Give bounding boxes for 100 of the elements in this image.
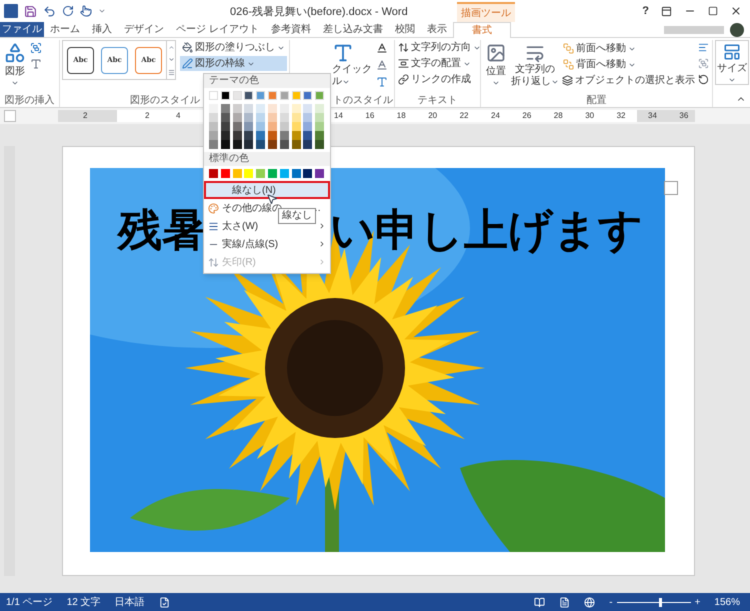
color-swatch[interactable] — [256, 131, 266, 140]
color-swatch[interactable] — [256, 91, 266, 100]
web-layout-icon[interactable] — [584, 596, 596, 608]
scroll-up-icon[interactable] — [168, 44, 174, 51]
color-swatch[interactable] — [315, 169, 324, 178]
shapes-button[interactable]: 図形 — [4, 40, 26, 93]
position-button[interactable]: 位置 — [483, 40, 509, 93]
color-swatch[interactable] — [268, 131, 277, 140]
color-swatch[interactable] — [303, 122, 312, 131]
size-button[interactable]: サイズ — [715, 40, 749, 85]
avatar-icon[interactable] — [730, 22, 744, 36]
redo-icon[interactable] — [62, 5, 74, 17]
close-icon[interactable] — [730, 5, 742, 17]
color-swatch[interactable] — [244, 122, 254, 131]
group-icon[interactable] — [698, 58, 709, 69]
color-swatch[interactable] — [280, 122, 289, 131]
color-swatch[interactable] — [220, 122, 230, 131]
color-swatch[interactable] — [280, 169, 289, 178]
color-swatch[interactable] — [268, 122, 277, 131]
ribbon-tab[interactable]: 書式 — [452, 22, 511, 38]
color-swatch[interactable] — [256, 140, 266, 149]
proofing-icon[interactable] — [158, 596, 170, 608]
ribbon-tab[interactable]: 挿入 — [86, 22, 118, 37]
more-icon[interactable] — [168, 69, 174, 76]
color-swatch[interactable] — [232, 140, 242, 149]
color-swatch[interactable] — [232, 113, 242, 122]
color-swatch[interactable] — [303, 91, 312, 100]
color-swatch[interactable] — [232, 169, 242, 178]
selection-pane-button[interactable]: オブジェクトの選択と表示 — [561, 73, 696, 88]
file-tab[interactable]: ファイル — [0, 22, 44, 37]
color-swatch[interactable] — [315, 104, 324, 113]
language[interactable]: 日本語 — [114, 594, 145, 610]
color-swatch[interactable] — [256, 122, 266, 131]
color-swatch[interactable] — [232, 122, 242, 131]
ribbon-tab[interactable]: ページ レイアウト — [170, 22, 265, 37]
color-swatch[interactable] — [292, 131, 301, 140]
color-swatch[interactable] — [209, 122, 218, 131]
color-swatch[interactable] — [280, 140, 289, 149]
zoom-thumb[interactable] — [659, 598, 662, 606]
color-swatch[interactable] — [315, 122, 324, 131]
align-text-button[interactable]: 文字の配置 — [396, 56, 479, 71]
touch-mode-icon[interactable] — [80, 5, 92, 17]
ribbon-tab[interactable]: ホーム — [44, 22, 86, 37]
color-swatch[interactable] — [209, 104, 218, 113]
color-swatch[interactable] — [315, 91, 324, 100]
color-swatch[interactable] — [315, 113, 324, 122]
help-button[interactable]: ? — [642, 2, 649, 20]
shape-fill-button[interactable]: 図形の塗りつぶし — [180, 40, 287, 55]
maximize-icon[interactable] — [708, 6, 718, 16]
edit-points-icon[interactable] — [30, 42, 42, 54]
color-swatch[interactable] — [280, 104, 289, 113]
color-swatch[interactable] — [303, 113, 312, 122]
page-count[interactable]: 1/1 ページ — [6, 594, 53, 610]
undo-icon[interactable] — [43, 4, 56, 18]
color-swatch[interactable] — [232, 131, 242, 140]
color-swatch[interactable] — [280, 131, 289, 140]
create-link-button[interactable]: リンクの作成 — [396, 72, 479, 87]
color-swatch[interactable] — [268, 169, 277, 178]
color-swatch[interactable] — [268, 113, 277, 122]
color-swatch[interactable] — [292, 91, 301, 100]
shape-outline-button[interactable]: 図形の枠線 — [180, 56, 287, 71]
scroll-down-icon[interactable] — [168, 56, 174, 64]
color-swatch[interactable] — [303, 131, 312, 140]
quick-styles-button[interactable]: クイック ル — [332, 40, 372, 93]
color-swatch[interactable] — [268, 140, 277, 149]
ribbon-tab[interactable]: デザイン — [118, 22, 170, 37]
color-swatch[interactable] — [303, 169, 312, 178]
color-swatch[interactable] — [280, 113, 289, 122]
zoom-in-button[interactable]: + — [694, 594, 700, 610]
word-count[interactable]: 12 文字 — [66, 594, 101, 610]
color-swatch[interactable] — [209, 91, 218, 100]
color-swatch[interactable] — [244, 140, 254, 149]
color-swatch[interactable] — [292, 140, 301, 149]
ribbon-tab[interactable]: 表示 — [420, 22, 453, 37]
color-swatch[interactable] — [209, 113, 218, 122]
color-swatch[interactable] — [220, 104, 230, 113]
color-swatch[interactable] — [209, 140, 218, 149]
color-swatch[interactable] — [244, 131, 254, 140]
color-swatch[interactable] — [292, 104, 301, 113]
wrap-text-button[interactable]: 文字列の 折り返し — [511, 40, 559, 93]
text-outline-icon[interactable] — [376, 59, 388, 71]
color-swatch[interactable] — [232, 104, 242, 113]
color-swatch[interactable] — [244, 113, 254, 122]
zoom-level[interactable]: 156% — [714, 594, 740, 610]
color-swatch[interactable] — [292, 122, 301, 131]
save-icon[interactable] — [24, 4, 37, 18]
color-swatch[interactable] — [268, 104, 277, 113]
color-swatch[interactable] — [244, 169, 254, 178]
color-swatch[interactable] — [220, 113, 230, 122]
color-swatch[interactable] — [303, 140, 312, 149]
ribbon-tab[interactable]: 差し込み文書 — [316, 22, 389, 37]
customize-icon[interactable] — [98, 7, 106, 15]
text-fill-icon[interactable] — [376, 42, 388, 54]
color-swatch[interactable] — [256, 104, 266, 113]
color-swatch[interactable] — [256, 113, 266, 122]
menu-item[interactable]: 線なし(N) — [204, 181, 330, 199]
color-swatch[interactable] — [268, 91, 277, 100]
color-swatch[interactable] — [292, 113, 301, 122]
color-swatch[interactable] — [220, 131, 230, 140]
print-layout-icon[interactable] — [559, 596, 570, 608]
